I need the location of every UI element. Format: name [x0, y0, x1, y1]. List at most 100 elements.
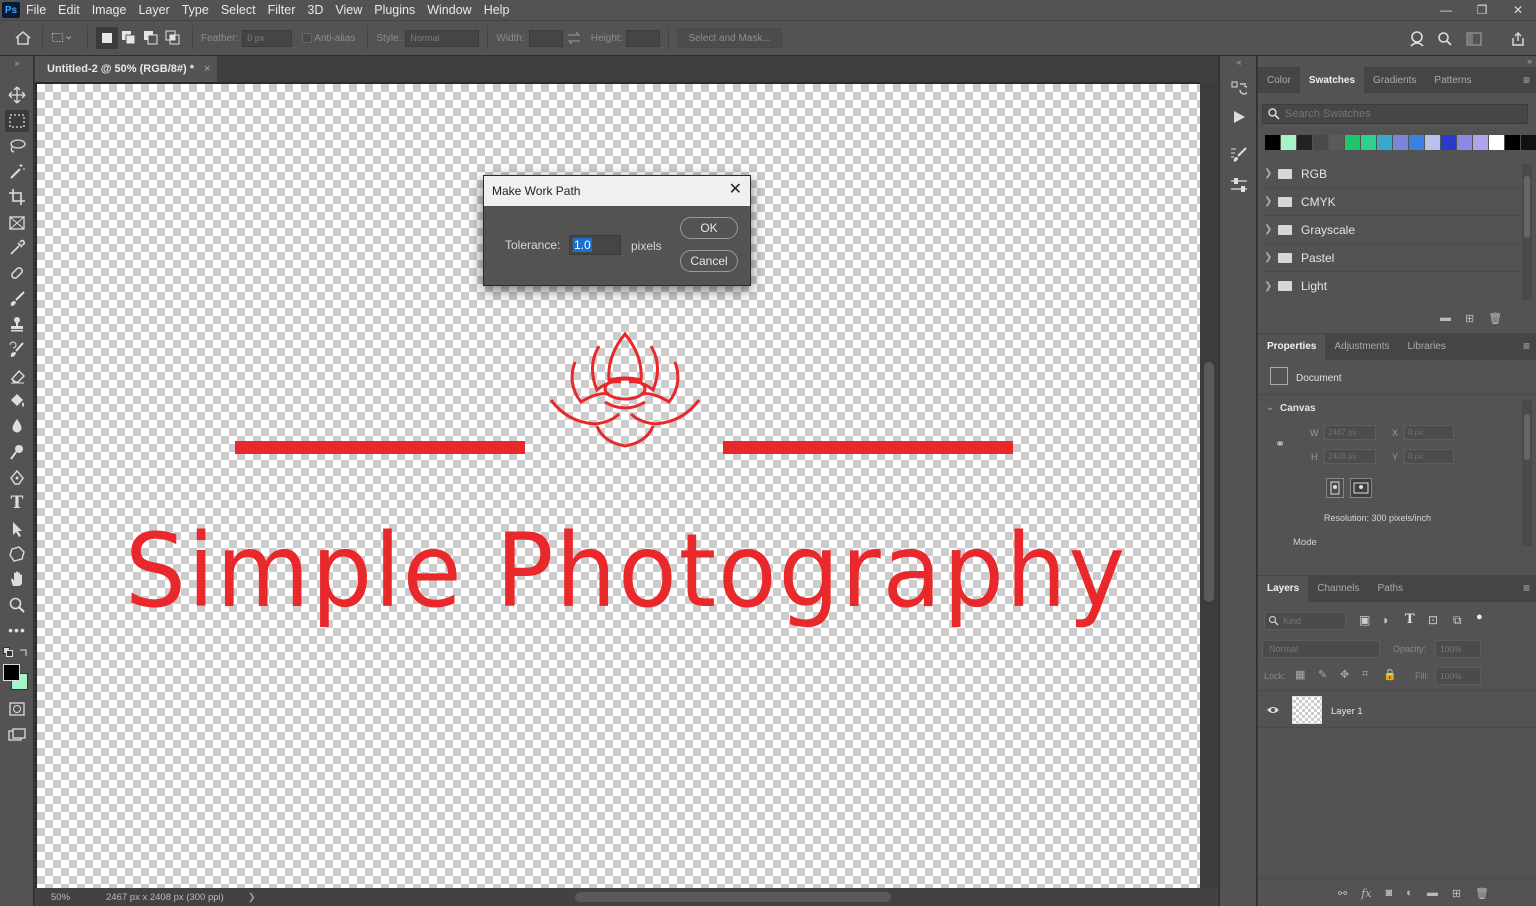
foreground-color-swatch[interactable] — [3, 664, 20, 681]
default-colors-icon[interactable] — [3, 646, 13, 660]
frame-tool-icon[interactable] — [5, 212, 29, 234]
menu-select[interactable]: Select — [215, 3, 262, 17]
swatch-folder-grayscale[interactable]: ❯ Grayscale — [1264, 216, 1520, 244]
tolerance-input[interactable]: 1.0 — [569, 235, 621, 255]
swap-colors-icon[interactable] — [19, 646, 29, 660]
dialog-close-icon[interactable]: ✕ — [729, 182, 742, 198]
add-to-selection-icon[interactable] — [118, 27, 140, 49]
screen-mode-icon[interactable] — [5, 724, 29, 746]
lock-position-icon[interactable]: ✥ — [1340, 668, 1349, 681]
type-layer-filter-icon[interactable]: T — [1405, 612, 1415, 627]
panel-menu-icon[interactable]: ≡ — [1523, 73, 1530, 87]
swap-dimensions-icon[interactable] — [563, 27, 585, 49]
color-swatch[interactable] — [1361, 135, 1376, 150]
menu-3d[interactable]: 3D — [301, 3, 329, 17]
menu-file[interactable]: File — [20, 3, 52, 17]
antialias-checkbox[interactable] — [300, 27, 314, 49]
width-input[interactable] — [528, 29, 563, 47]
panel-menu-icon[interactable]: ≡ — [1523, 339, 1530, 353]
layer-row[interactable]: Layer 1 — [1258, 690, 1536, 728]
swatch-folder-light[interactable]: ❯ Light — [1264, 272, 1520, 300]
tab-gradients[interactable]: Gradients — [1364, 67, 1425, 93]
chevron-down-icon[interactable]: ⌄ — [1266, 402, 1274, 413]
shape-layer-filter-icon[interactable]: ⊡ — [1428, 613, 1438, 627]
color-swatch[interactable] — [1329, 135, 1344, 150]
adjustments-sliders-icon[interactable] — [1228, 174, 1250, 196]
type-tool-icon[interactable]: T — [5, 492, 29, 514]
brush-tool-icon[interactable] — [5, 288, 29, 310]
layer-style-fx-icon[interactable]: fx — [1361, 887, 1371, 900]
y-field[interactable]: 0 px — [1404, 449, 1454, 464]
pen-tool-icon[interactable] — [5, 467, 29, 489]
crop-tool-icon[interactable] — [5, 186, 29, 208]
x-field[interactable]: 0 px — [1404, 425, 1454, 440]
new-layer-icon[interactable]: ⊞ — [1452, 887, 1461, 900]
swatch-folder-pastel[interactable]: ❯ Pastel — [1264, 244, 1520, 272]
menu-filter[interactable]: Filter — [262, 3, 302, 17]
height-field[interactable]: 2408 px — [1324, 449, 1376, 464]
eye-visibility-icon[interactable] — [1266, 705, 1280, 715]
blend-mode-select[interactable]: Normal — [1262, 640, 1380, 658]
delete-layer-icon[interactable]: 🗑 — [1475, 887, 1489, 900]
tab-color[interactable]: Color — [1258, 67, 1300, 93]
cancel-button[interactable]: Cancel — [680, 250, 738, 272]
lasso-tool-icon[interactable] — [5, 135, 29, 157]
color-swatch[interactable] — [1441, 135, 1456, 150]
healing-brush-tool-icon[interactable] — [5, 262, 29, 284]
layer-thumbnail[interactable] — [1292, 696, 1322, 724]
more-tools-icon[interactable]: ••• — [5, 619, 29, 641]
tab-libraries[interactable]: Libraries — [1399, 334, 1455, 360]
link-dimensions-icon[interactable]: ⚭ — [1275, 437, 1285, 451]
tab-paths[interactable]: Paths — [1369, 576, 1413, 602]
select-and-mask-button[interactable]: Select and Mask... — [677, 28, 782, 48]
clone-stamp-tool-icon[interactable] — [5, 313, 29, 335]
delete-swatch-icon[interactable]: 🗑 — [1488, 312, 1502, 325]
menu-type[interactable]: Type — [176, 3, 215, 17]
close-tab-icon[interactable]: × — [204, 63, 210, 75]
filter-toggle-icon[interactable]: ● — [1476, 611, 1483, 623]
add-mask-icon[interactable]: ◙ — [1386, 887, 1393, 900]
swatches-scrollbar[interactable] — [1522, 164, 1532, 300]
horizontal-scroll-thumb[interactable] — [575, 892, 891, 902]
new-group-icon[interactable]: ▬ — [1427, 887, 1438, 900]
lock-transparent-icon[interactable]: ▦ — [1295, 668, 1305, 681]
eyedropper-tool-icon[interactable] — [5, 237, 29, 259]
lock-all-icon[interactable]: 🔒 — [1383, 668, 1397, 681]
collapse-panels-icon[interactable]: » — [1527, 56, 1532, 66]
paint-bucket-tool-icon[interactable] — [5, 390, 29, 412]
opacity-field[interactable]: 100% — [1435, 640, 1481, 658]
chevron-right-icon[interactable]: ❯ — [1264, 168, 1274, 179]
tab-adjustments[interactable]: Adjustments — [1325, 334, 1398, 360]
swatches-search-input[interactable] — [1285, 106, 1527, 122]
quick-mask-icon[interactable] — [5, 698, 29, 720]
layer-kind-filter[interactable]: Kind — [1264, 612, 1346, 630]
blur-tool-icon[interactable] — [5, 415, 29, 437]
collapse-strip-icon[interactable]: « — [1228, 56, 1250, 68]
status-menu-icon[interactable]: ❯ — [248, 892, 256, 903]
path-selection-tool-icon[interactable] — [5, 518, 29, 540]
marquee-tool-icon[interactable] — [5, 110, 29, 132]
tab-patterns[interactable]: Patterns — [1425, 67, 1480, 93]
collapse-toolbar-icon[interactable]: » — [5, 58, 29, 68]
properties-scrollbar[interactable] — [1522, 400, 1532, 546]
feather-input[interactable]: 0 px — [242, 29, 293, 47]
color-swatch[interactable] — [1313, 135, 1328, 150]
landscape-orientation-icon[interactable] — [1350, 478, 1372, 498]
color-swatch[interactable] — [1521, 135, 1536, 150]
tab-channels[interactable]: Channels — [1308, 576, 1368, 602]
link-layers-icon[interactable]: ⚯ — [1338, 887, 1347, 900]
tab-properties[interactable]: Properties — [1258, 333, 1326, 360]
chevron-right-icon[interactable]: ❯ — [1264, 281, 1274, 292]
color-swatch[interactable] — [1457, 135, 1472, 150]
user-search-icon[interactable] — [1406, 28, 1428, 50]
menu-layer[interactable]: Layer — [132, 3, 175, 17]
swatch-folder-cmyk[interactable]: ❯ CMYK — [1264, 188, 1520, 216]
eraser-tool-icon[interactable] — [5, 365, 29, 387]
actions-play-icon[interactable] — [1228, 106, 1250, 128]
vertical-scroll-thumb[interactable] — [1204, 362, 1214, 602]
layer-name[interactable]: Layer 1 — [1331, 706, 1363, 717]
swatch-folder-rgb[interactable]: ❯ RGB — [1264, 160, 1520, 188]
search-icon[interactable] — [1434, 28, 1456, 50]
chevron-right-icon[interactable]: ❯ — [1264, 252, 1274, 263]
shape-tool-icon[interactable] — [5, 543, 29, 565]
